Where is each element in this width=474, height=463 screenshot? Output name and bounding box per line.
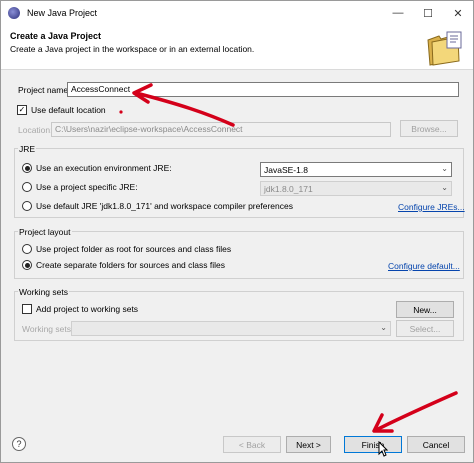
folder-icon	[427, 31, 462, 66]
location-value: C:\Users\nazir\eclipse-workspace\AccessC…	[55, 124, 243, 134]
jre-execution-env-radio[interactable]	[22, 163, 32, 173]
project-name-label: Project name:	[18, 85, 71, 95]
annotation-dot	[119, 110, 123, 114]
help-icon[interactable]: ?	[12, 437, 26, 451]
eclipse-icon	[8, 7, 20, 19]
new-working-set-button[interactable]: New...	[396, 301, 454, 318]
back-button[interactable]: < Back	[223, 436, 281, 453]
add-to-working-sets-checkbox[interactable]	[22, 304, 32, 314]
title-bar: New Java Project — ☐ ✕	[1, 1, 473, 25]
configure-jres-link[interactable]: Configure JREs...	[398, 202, 465, 212]
layout-separate-option[interactable]: Create separate folders for sources and …	[22, 260, 225, 270]
execution-env-select[interactable]: JavaSE-1.8 ⌄	[260, 162, 452, 177]
mouse-cursor-icon	[378, 441, 388, 457]
add-to-working-sets-label: Add project to working sets	[36, 304, 139, 314]
minimize-button[interactable]: —	[383, 1, 413, 25]
new-java-project-window: New Java Project — ☐ ✕ Create a Java Pro…	[0, 0, 474, 463]
cancel-button[interactable]: Cancel	[407, 436, 465, 453]
wizard-title: Create a Java Project	[10, 31, 102, 41]
wizard-header: Create a Java Project Create a Java proj…	[1, 25, 473, 70]
jre-group-label: JRE	[18, 144, 37, 154]
browse-button[interactable]: Browse...	[400, 120, 458, 137]
use-default-location-checkbox[interactable]: ✓	[17, 105, 27, 115]
jre-default-radio[interactable]	[22, 201, 32, 211]
window-controls: — ☐ ✕	[383, 1, 473, 25]
project-name-value: AccessConnect	[71, 84, 131, 94]
jre-default-option[interactable]: Use default JRE 'jdk1.8.0_171' and works…	[22, 201, 293, 211]
jre-execution-env-option[interactable]: Use an execution environment JRE:	[22, 163, 172, 173]
maximize-button[interactable]: ☐	[413, 1, 443, 25]
jre-project-specific-radio[interactable]	[22, 182, 32, 192]
add-to-working-sets-row[interactable]: Add project to working sets	[22, 304, 138, 314]
project-specific-jre-select[interactable]: jdk1.8.0_171 ⌄	[260, 181, 452, 196]
chevron-down-icon: ⌄	[441, 164, 448, 173]
finish-button[interactable]: Finish	[344, 436, 402, 453]
wizard-description: Create a Java project in the workspace o…	[10, 44, 255, 54]
location-label: Location:	[18, 125, 53, 135]
working-sets-select[interactable]: ⌄	[71, 321, 391, 336]
layout-separate-label: Create separate folders for sources and …	[36, 260, 225, 270]
close-button[interactable]: ✕	[443, 1, 473, 25]
arrow-to-finish-button	[372, 391, 458, 433]
jre-default-label: Use default JRE 'jdk1.8.0_171' and works…	[36, 201, 293, 211]
window-title: New Java Project	[27, 8, 98, 18]
layout-root-option[interactable]: Use project folder as root for sources a…	[22, 244, 231, 254]
working-sets-group-label: Working sets	[18, 287, 69, 297]
layout-root-radio[interactable]	[22, 244, 32, 254]
jre-project-specific-option[interactable]: Use a project specific JRE:	[22, 182, 138, 192]
use-default-location-row[interactable]: ✓ Use default location	[17, 105, 106, 115]
select-working-sets-button[interactable]: Select...	[396, 320, 454, 337]
project-specific-jre-value: jdk1.8.0_171	[264, 183, 313, 194]
layout-root-label: Use project folder as root for sources a…	[36, 244, 232, 254]
chevron-down-icon: ⌄	[380, 323, 387, 332]
use-default-location-label: Use default location	[31, 105, 106, 115]
project-layout-group-label: Project layout	[18, 227, 72, 237]
next-button[interactable]: Next >	[286, 436, 331, 453]
location-input[interactable]: C:\Users\nazir\eclipse-workspace\AccessC…	[51, 122, 391, 137]
chevron-down-icon: ⌄	[441, 183, 448, 192]
layout-separate-radio[interactable]	[22, 260, 32, 270]
project-name-input[interactable]: AccessConnect	[67, 82, 459, 97]
execution-env-value: JavaSE-1.8	[264, 164, 308, 175]
configure-default-link[interactable]: Configure default...	[388, 261, 460, 271]
working-sets-label: Working sets:	[22, 324, 74, 334]
jre-project-specific-label: Use a project specific JRE:	[36, 182, 138, 192]
project-layout-group	[14, 231, 464, 279]
jre-execution-env-label: Use an execution environment JRE:	[36, 163, 172, 173]
